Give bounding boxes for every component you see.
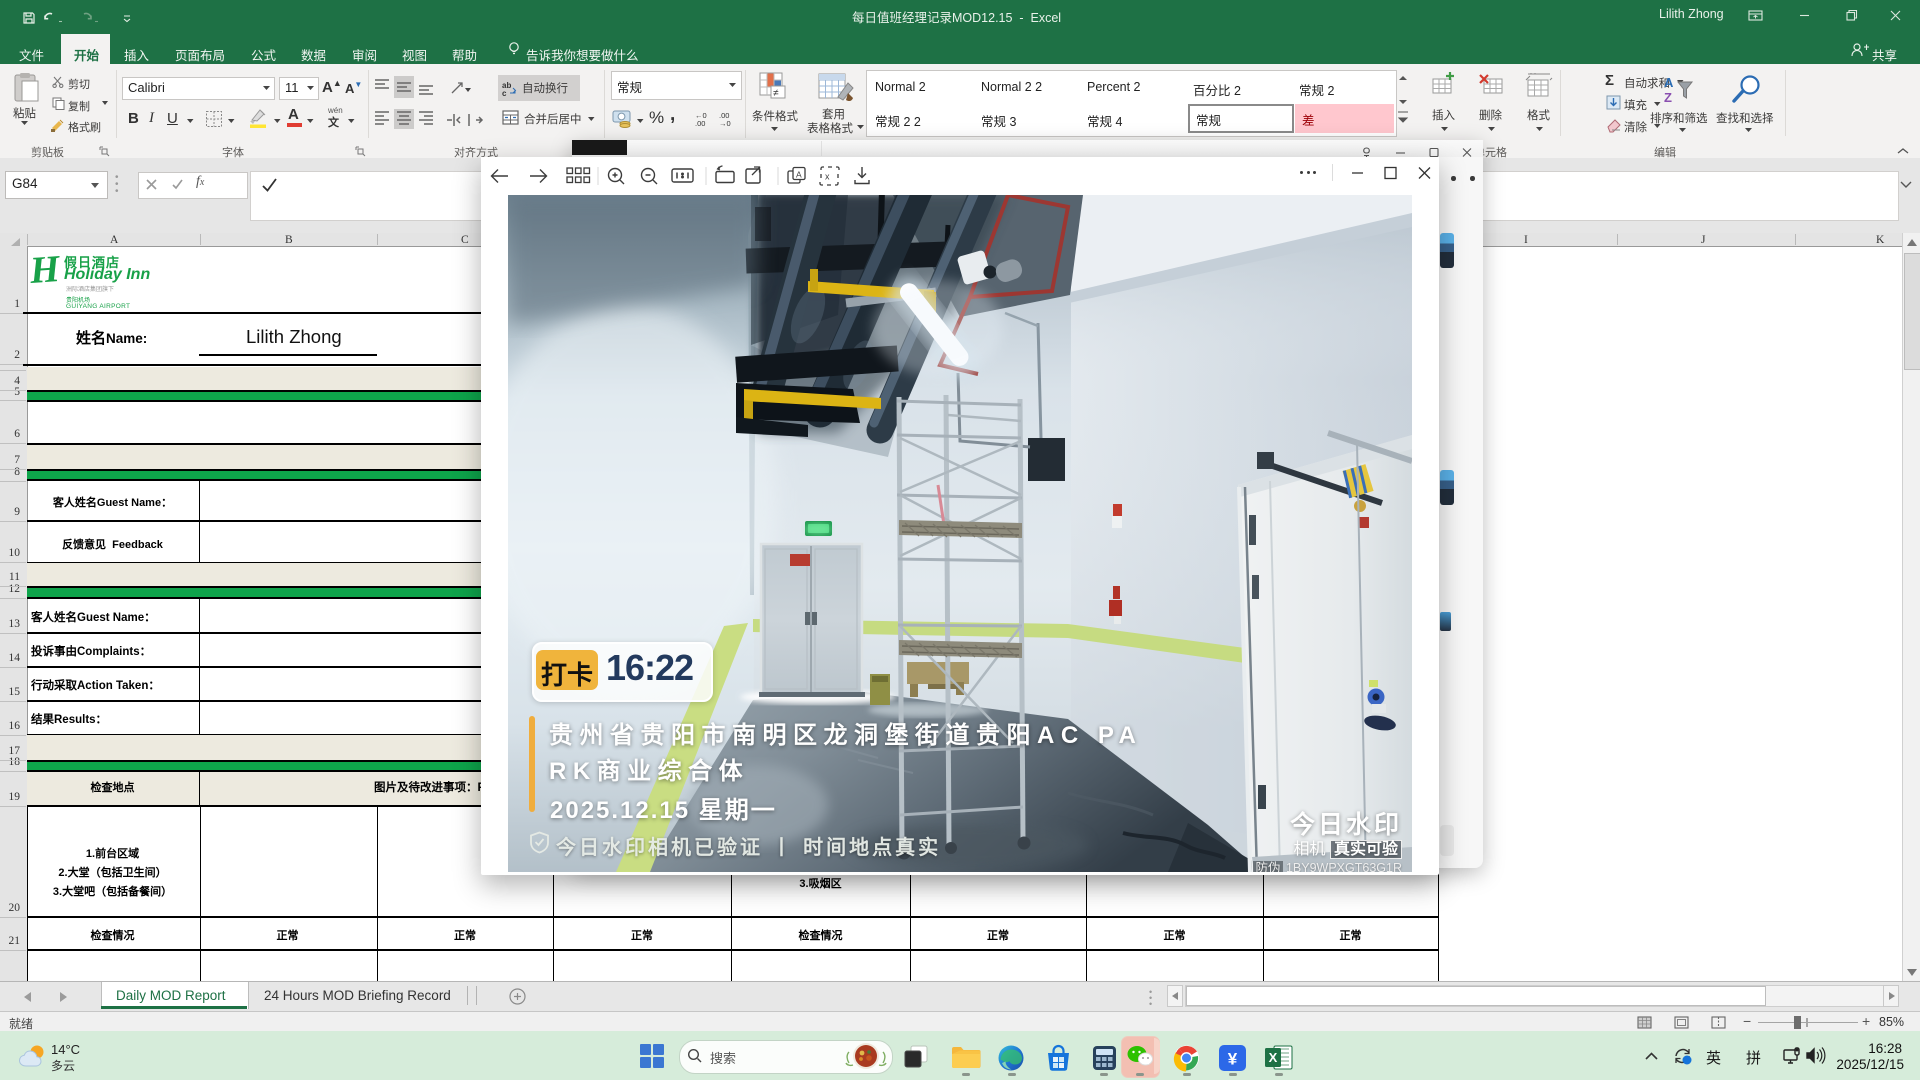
svg-text:.00: .00 xyxy=(695,119,705,128)
svg-text:A: A xyxy=(796,170,802,180)
svg-text:x: x xyxy=(825,172,830,182)
svg-text:X: X xyxy=(1269,1050,1278,1065)
svg-text:→0: →0 xyxy=(719,119,731,128)
svg-text:A: A xyxy=(1664,75,1674,90)
svg-text:¥: ¥ xyxy=(1228,1050,1238,1069)
svg-text:c: c xyxy=(502,89,507,98)
svg-text:≠: ≠ xyxy=(773,88,779,99)
svg-text:Z: Z xyxy=(1664,90,1672,105)
